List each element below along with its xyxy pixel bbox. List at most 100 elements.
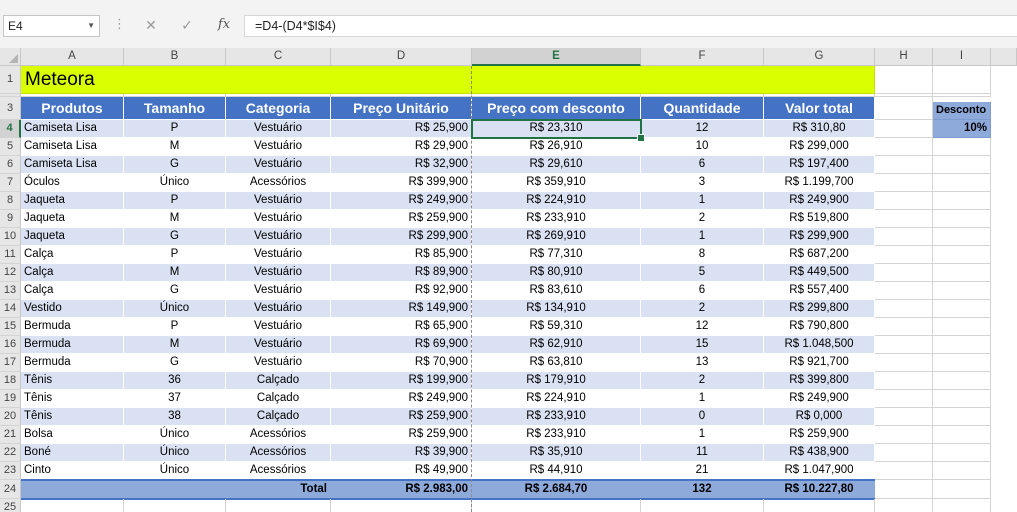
table-cell[interactable]: 2 [641, 210, 764, 228]
table-cell[interactable]: Jaqueta [21, 228, 124, 246]
row-header-8[interactable]: 8 [0, 192, 21, 210]
empty-cell[interactable] [933, 354, 991, 372]
table-cell[interactable]: Calçado [226, 408, 331, 426]
total-cell[interactable] [21, 480, 124, 499]
table-cell[interactable]: R$ 199,900 [331, 372, 472, 390]
table-cell[interactable]: P [124, 318, 226, 336]
table-cell[interactable]: 2 [641, 300, 764, 318]
table-cell[interactable]: R$ 65,900 [331, 318, 472, 336]
worksheet-grid[interactable]: ABCDEFGHI1234567891011121314151617181920… [0, 48, 1017, 512]
empty-cell[interactable] [21, 499, 124, 512]
table-cell[interactable]: P [124, 192, 226, 210]
empty-cell[interactable] [875, 300, 933, 318]
table-cell[interactable]: R$ 259,900 [764, 426, 875, 444]
table-cell[interactable]: Vestido [21, 300, 124, 318]
column-header-h[interactable]: H [875, 48, 933, 66]
empty-cell[interactable] [933, 499, 991, 512]
total-cell[interactable]: R$ 2.983,00 [331, 480, 472, 499]
table-cell[interactable]: Vestuário [226, 282, 331, 300]
table-cell[interactable]: R$ 399,800 [764, 372, 875, 390]
table-cell[interactable]: 8 [641, 246, 764, 264]
column-header-e[interactable]: E [472, 48, 641, 66]
table-cell[interactable]: R$ 359,910 [472, 174, 641, 192]
table-cell[interactable]: 12 [641, 318, 764, 336]
empty-cell[interactable] [472, 499, 641, 512]
table-cell[interactable]: 0 [641, 408, 764, 426]
table-cell[interactable]: Bolsa [21, 426, 124, 444]
empty-cell[interactable] [933, 300, 991, 318]
empty-cell[interactable] [875, 282, 933, 300]
empty-cell[interactable] [933, 408, 991, 426]
row-header-20[interactable]: 20 [0, 408, 21, 426]
empty-cell[interactable] [875, 246, 933, 264]
table-cell[interactable]: Vestuário [226, 228, 331, 246]
table-cell[interactable]: R$ 70,900 [331, 354, 472, 372]
row-header-6[interactable]: 6 [0, 156, 21, 174]
fill-handle[interactable] [637, 134, 645, 142]
table-cell[interactable]: 37 [124, 390, 226, 408]
table-cell[interactable]: R$ 259,900 [331, 426, 472, 444]
empty-cell[interactable] [933, 444, 991, 462]
discount-value[interactable]: 10% [933, 120, 991, 138]
table-cell[interactable]: Bermuda [21, 318, 124, 336]
table-cell[interactable]: R$ 0,000 [764, 408, 875, 426]
empty-cell[interactable] [933, 210, 991, 228]
empty-cell[interactable] [331, 499, 472, 512]
table-cell[interactable]: R$ 449,500 [764, 264, 875, 282]
table-cell[interactable]: R$ 259,900 [331, 210, 472, 228]
table-cell[interactable]: R$ 224,910 [472, 192, 641, 210]
table-cell[interactable]: R$ 197,400 [764, 156, 875, 174]
table-cell[interactable]: Acessórios [226, 174, 331, 192]
table-cell[interactable]: R$ 83,610 [472, 282, 641, 300]
table-cell[interactable]: Vestuário [226, 354, 331, 372]
empty-cell[interactable] [875, 174, 933, 192]
row-header-9[interactable]: 9 [0, 210, 21, 228]
table-cell[interactable]: Calçado [226, 390, 331, 408]
table-cell[interactable]: 12 [641, 120, 764, 138]
table-cell[interactable]: G [124, 156, 226, 174]
table-cell[interactable]: R$ 1.048,500 [764, 336, 875, 354]
table-cell[interactable]: Único [124, 174, 226, 192]
table-cell[interactable]: Camiseta Lisa [21, 138, 124, 156]
table-cell[interactable]: 1 [641, 228, 764, 246]
empty-cell[interactable] [933, 264, 991, 282]
table-header[interactable]: Preço Unitário [331, 97, 472, 120]
table-cell[interactable]: 6 [641, 282, 764, 300]
row-header-24[interactable]: 24 [0, 480, 21, 499]
table-cell[interactable]: R$ 25,900 [331, 120, 472, 138]
table-cell[interactable]: 15 [641, 336, 764, 354]
empty-cell[interactable] [875, 138, 933, 156]
table-cell[interactable]: Calça [21, 246, 124, 264]
table-cell[interactable]: R$ 179,910 [472, 372, 641, 390]
empty-cell[interactable] [933, 282, 991, 300]
table-cell[interactable]: R$ 59,310 [472, 318, 641, 336]
table-cell[interactable]: R$ 49,900 [331, 462, 472, 480]
column-header-f[interactable]: F [641, 48, 764, 66]
table-cell[interactable]: R$ 921,700 [764, 354, 875, 372]
empty-cell[interactable] [875, 426, 933, 444]
table-cell[interactable]: Bermuda [21, 336, 124, 354]
empty-cell[interactable] [933, 426, 991, 444]
table-cell[interactable]: Vestuário [226, 264, 331, 282]
table-cell[interactable]: R$ 249,900 [331, 390, 472, 408]
row-header-3[interactable]: 3 [0, 97, 21, 120]
table-cell[interactable]: R$ 35,910 [472, 444, 641, 462]
table-cell[interactable]: R$ 687,200 [764, 246, 875, 264]
table-cell[interactable]: Vestuário [226, 138, 331, 156]
table-header[interactable]: Categoria [226, 97, 331, 120]
select-all-corner[interactable] [0, 48, 21, 66]
table-cell[interactable]: R$ 134,910 [472, 300, 641, 318]
total-label[interactable]: Total [226, 480, 331, 499]
empty-cell[interactable] [226, 499, 331, 512]
table-cell[interactable]: R$ 299,800 [764, 300, 875, 318]
table-cell[interactable]: Tênis [21, 390, 124, 408]
chevron-down-icon[interactable]: ▼ [87, 16, 95, 36]
empty-cell[interactable] [933, 138, 991, 156]
table-cell[interactable]: R$ 790,800 [764, 318, 875, 336]
empty-cell[interactable] [875, 210, 933, 228]
row-header-16[interactable]: 16 [0, 336, 21, 354]
empty-cell[interactable] [875, 66, 933, 94]
table-cell[interactable]: Camiseta Lisa [21, 156, 124, 174]
empty-cell[interactable] [875, 480, 933, 499]
empty-cell[interactable] [875, 354, 933, 372]
